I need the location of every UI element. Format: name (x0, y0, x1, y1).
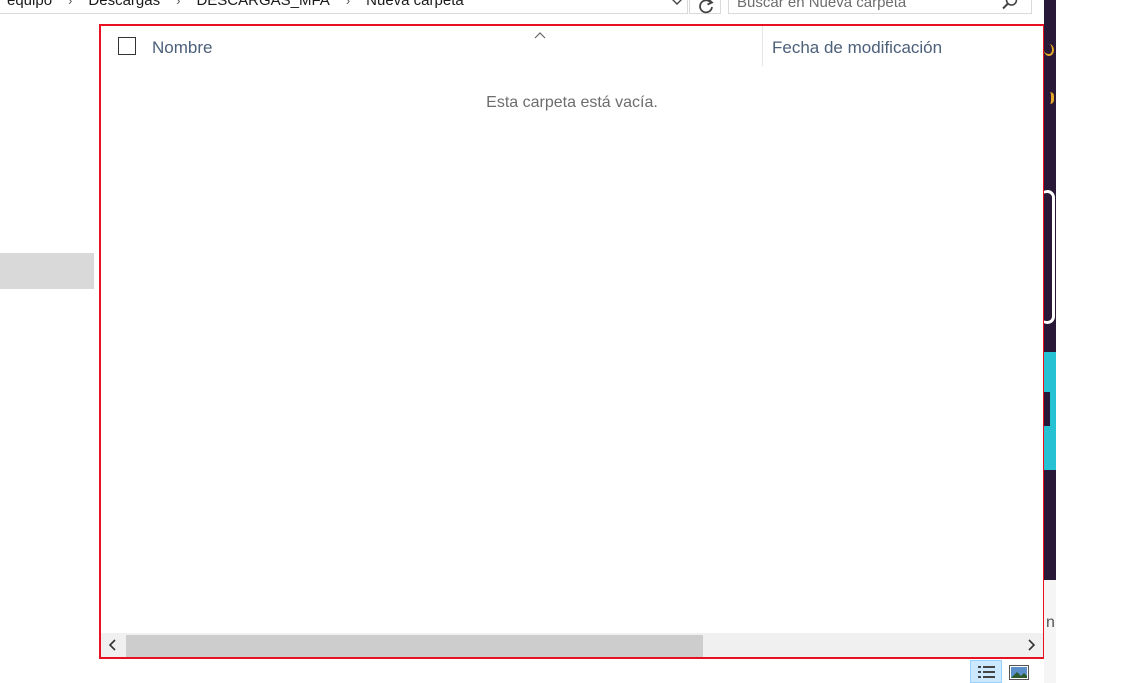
file-list[interactable]: Nombre Fecha de modificación Esta carpet… (99, 24, 1045, 659)
refresh-icon (699, 0, 714, 14)
search-box[interactable] (728, 0, 1032, 14)
chevron-left-icon (108, 639, 116, 651)
search-icon[interactable] (1001, 0, 1019, 16)
column-divider[interactable] (762, 26, 763, 66)
breadcrumb-item-descargas[interactable]: Descargas (82, 0, 166, 9)
breadcrumb-separator[interactable]: › (166, 0, 190, 8)
navigation-pane (0, 14, 96, 683)
scroll-left-button[interactable] (101, 633, 125, 657)
large-icons-view-button[interactable] (1006, 662, 1032, 683)
column-header: Nombre Fecha de modificación (101, 26, 1043, 68)
search-input[interactable] (735, 0, 989, 13)
desktop-background-strip (1044, 0, 1056, 580)
refresh-button[interactable] (689, 0, 721, 14)
breadcrumb: equipo › Descargas › DESCARGAS_MFA › Nue… (1, 0, 470, 9)
select-all-checkbox[interactable] (118, 37, 136, 55)
horizontal-scrollbar[interactable] (101, 633, 1043, 657)
scrollbar-thumb[interactable] (126, 635, 703, 657)
breadcrumb-separator[interactable]: › (58, 0, 82, 8)
background-partial-text: n (1046, 614, 1055, 631)
large-icons-view-icon (1009, 665, 1029, 680)
file-explorer-window: equipo › Descargas › DESCARGAS_MFA › Nue… (0, 0, 1144, 683)
breadcrumb-item-nueva-carpeta[interactable]: Nueva carpeta (360, 0, 470, 9)
decorative-shape (1044, 392, 1050, 426)
scroll-right-button[interactable] (1019, 633, 1043, 657)
breadcrumb-item-equipo[interactable]: equipo (1, 0, 58, 9)
chevron-down-icon[interactable] (669, 0, 685, 9)
decorative-shape (1044, 190, 1055, 324)
chevron-right-icon (1028, 639, 1036, 651)
breadcrumb-item-descargas-mfa[interactable]: DESCARGAS_MFA (190, 0, 335, 9)
column-header-date-modified[interactable]: Fecha de modificación (772, 38, 942, 58)
nav-item-selected[interactable] (0, 253, 94, 289)
details-view-icon (978, 666, 995, 678)
details-view-button[interactable] (970, 660, 1002, 683)
empty-folder-message: Esta carpeta está vacía. (486, 94, 658, 111)
breadcrumb-separator[interactable]: › (336, 0, 360, 8)
address-bar[interactable]: equipo › Descargas › DESCARGAS_MFA › Nue… (0, 0, 688, 14)
decorative-shape (1045, 92, 1054, 104)
column-header-name[interactable]: Nombre (152, 38, 212, 58)
decorative-shape (1044, 44, 1054, 56)
